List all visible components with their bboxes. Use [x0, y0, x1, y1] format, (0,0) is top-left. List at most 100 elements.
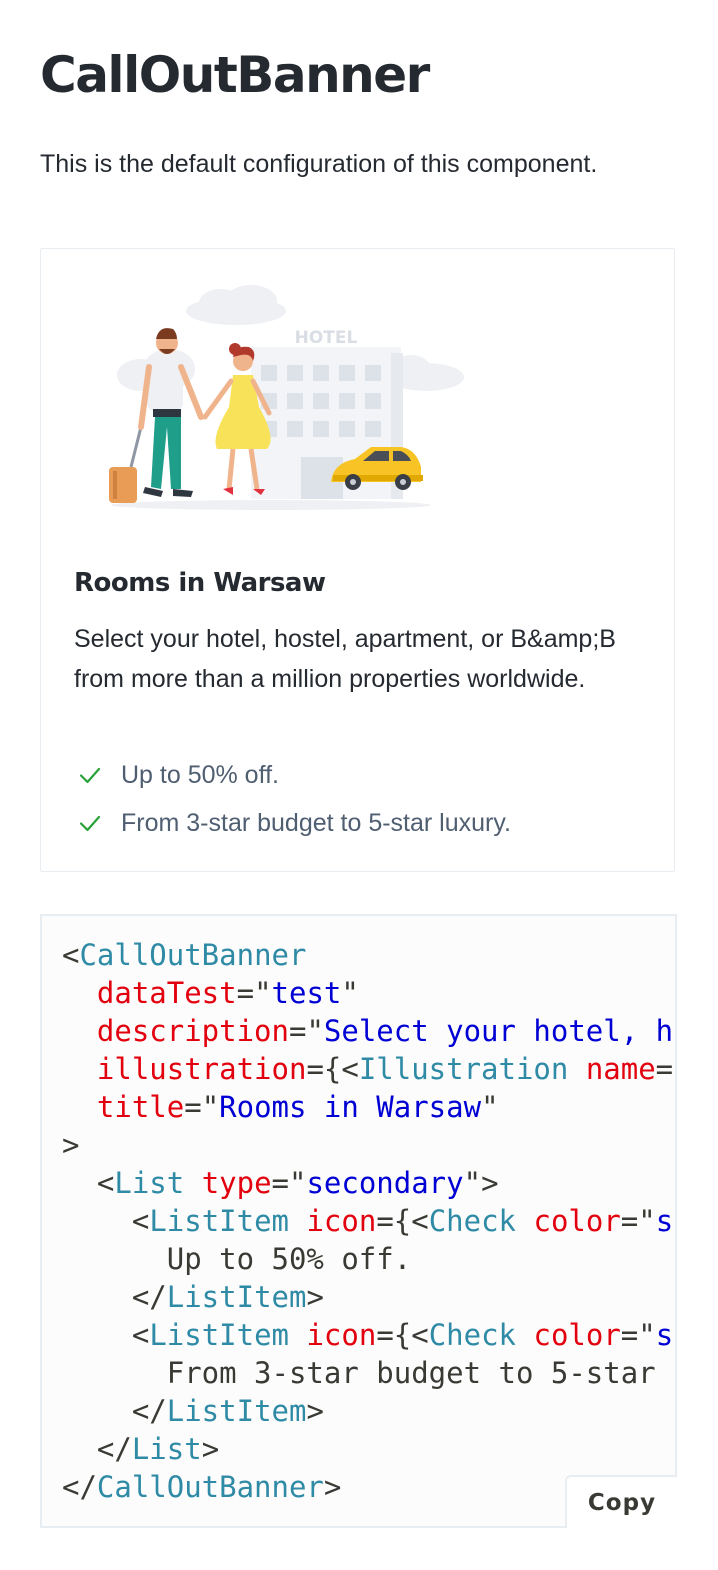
code-line: <List type="secondary">: [62, 1166, 499, 1200]
hotel-couple-taxi-illustration: HOTEL: [109, 285, 464, 510]
code-token-tag: List: [114, 1166, 185, 1200]
code-token-str: Select your hotel, hostel, apartment, or…: [323, 1014, 675, 1048]
code-token-tag: ListItem: [149, 1204, 289, 1238]
page-description: This is the default configuration of thi…: [40, 150, 598, 178]
copy-button[interactable]: Copy: [565, 1475, 677, 1528]
code-line: title="Rooms in Warsaw": [62, 1090, 499, 1124]
code-token-tag: Check: [428, 1318, 517, 1352]
code-line: illustration={<Illustration name="Accomm…: [62, 1052, 675, 1086]
code-token-punct: <: [131, 1318, 150, 1352]
code-token-attr: description: [96, 1014, 289, 1048]
code-token-punct: >: [62, 1128, 80, 1162]
code-token-punct: ={<: [306, 1052, 359, 1086]
code-token-punct: =": [184, 1090, 220, 1124]
code-example[interactable]: <CallOutBanner dataTest="test" descripti…: [40, 914, 677, 1528]
code-token-punct: =": [620, 1204, 656, 1238]
code-token-punct: =": [236, 976, 272, 1010]
code-token-tag: Check: [428, 1204, 517, 1238]
code-token-str: success: [655, 1318, 675, 1352]
code-token-attr: icon: [306, 1204, 377, 1238]
code-token-attr: color: [533, 1318, 621, 1352]
code-token-tag: CallOutBanner: [96, 1470, 324, 1504]
banner-title: Rooms in Warsaw: [74, 568, 326, 598]
code-token-punct: </: [96, 1432, 132, 1466]
code-token-punct: <: [131, 1204, 150, 1238]
code-line: <CallOutBanner: [62, 938, 306, 972]
code-line: dataTest="test": [62, 976, 359, 1010]
code-token-punct: =": [655, 1052, 675, 1086]
code-token-punct: >: [201, 1432, 220, 1466]
code-block[interactable]: <CallOutBanner dataTest="test" descripti…: [62, 936, 675, 1506]
code-token-punct: ": [481, 1090, 499, 1124]
list-item-label: From 3-star budget to 5-star luxury.: [121, 809, 511, 837]
code-token-attr: illustration: [96, 1052, 307, 1086]
code-token-punct: >: [306, 1280, 324, 1314]
list-item: From 3-star budget to 5-star luxury.: [74, 799, 511, 847]
code-line: <ListItem icon={<Check color="success" /…: [62, 1204, 675, 1238]
code-line: Up to 50% off.: [62, 1242, 411, 1276]
code-token-tag: List: [131, 1432, 202, 1466]
code-token-attr: icon: [306, 1318, 377, 1352]
code-line: description="Select your hotel, hostel, …: [62, 1014, 675, 1048]
code-token-text: From 3-star budget to 5-star luxury.: [166, 1356, 675, 1390]
code-token-punct: </: [131, 1280, 167, 1314]
code-token-punct: <: [62, 938, 80, 972]
banner-description: Select your hotel, hostel, apartment, or…: [74, 625, 616, 693]
code-token-attr: name: [585, 1052, 656, 1086]
code-token-str: success: [655, 1204, 675, 1238]
code-token-tag: Illustration: [358, 1052, 569, 1086]
feature-list: Up to 50% off. From 3-star budget to 5-s…: [74, 751, 511, 847]
code-token-punct: =": [271, 1166, 307, 1200]
check-icon: [74, 807, 106, 839]
list-item-label: Up to 50% off.: [121, 761, 279, 789]
code-token-punct: ={<: [376, 1204, 429, 1238]
code-token-attr: type: [201, 1166, 272, 1200]
code-token-punct: ": [341, 976, 359, 1010]
code-token-punct: =": [620, 1318, 656, 1352]
code-line: </CallOutBanner>: [62, 1470, 341, 1504]
code-token-str: secondary: [306, 1166, 464, 1200]
code-token-punct: ">: [463, 1166, 499, 1200]
code-line: </ListItem>: [62, 1394, 324, 1428]
code-token-tag: ListItem: [166, 1280, 307, 1314]
code-line: >: [62, 1128, 79, 1162]
code-line: From 3-star budget to 5-star luxury.: [62, 1356, 675, 1390]
code-token-tag: CallOutBanner: [79, 938, 307, 972]
code-token-tag: ListItem: [149, 1318, 289, 1352]
check-icon: [74, 759, 106, 791]
code-line: <ListItem icon={<Check color="success" /…: [62, 1318, 675, 1352]
code-token-str: Rooms in Warsaw: [219, 1090, 482, 1124]
list-item: Up to 50% off.: [74, 751, 511, 799]
component-preview: HOTEL Rooms in Warsaw Select your hotel,…: [40, 248, 675, 872]
page-title: CallOutBanner: [40, 46, 430, 104]
code-token-str: test: [271, 976, 342, 1010]
code-token-punct: <: [96, 1166, 115, 1200]
code-token-punct: =": [288, 1014, 324, 1048]
code-line: </ListItem>: [62, 1280, 324, 1314]
code-token-attr: dataTest: [96, 976, 237, 1010]
code-token-punct: >: [306, 1394, 324, 1428]
code-token-attr: color: [533, 1204, 621, 1238]
hotel-sign: HOTEL: [295, 328, 358, 348]
code-line: </List>: [62, 1432, 219, 1466]
code-token-punct: </: [62, 1470, 97, 1504]
code-token-punct: >: [323, 1470, 342, 1504]
code-token-tag: ListItem: [166, 1394, 307, 1428]
code-token-punct: </: [131, 1394, 167, 1428]
